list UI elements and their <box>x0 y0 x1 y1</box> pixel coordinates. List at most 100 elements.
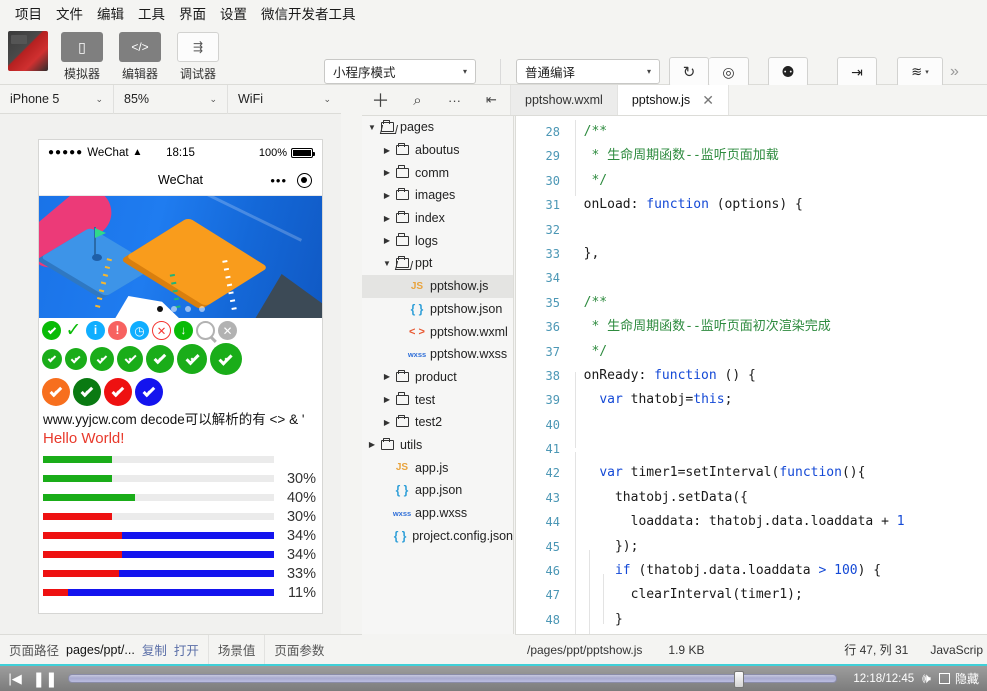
code-line[interactable]: * 生命周期函数--监听页面初次渲染完成 <box>568 315 987 339</box>
clear-cache-button[interactable]: ≋ ▾ <box>897 57 943 87</box>
code-line[interactable]: */ <box>568 169 987 193</box>
language-mode[interactable]: JavaScrip <box>908 643 987 657</box>
copy-button[interactable]: 复制 <box>142 640 167 659</box>
code-line[interactable]: onReady: function () { <box>568 364 987 388</box>
banner-pagination[interactable] <box>156 306 205 312</box>
code-line[interactable] <box>568 413 987 437</box>
compile-button[interactable]: ↻ <box>669 57 709 87</box>
code-line[interactable] <box>568 218 987 242</box>
menu-item-2[interactable]: 编辑 <box>90 1 131 25</box>
menu-item-4[interactable]: 界面 <box>172 1 213 25</box>
page-path-cell[interactable]: 页面路径 pages/ppt/... 复制 打开 <box>0 634 209 665</box>
playback-time: 12:18/12:45 <box>853 672 915 685</box>
code-line[interactable]: }, <box>568 242 987 266</box>
progress-bar-row: 34% <box>43 545 318 564</box>
code-line[interactable]: if (thatobj.data.loaddata > 100) { <box>568 559 987 583</box>
code-content[interactable]: /** * 生命周期函数--监听页面加载 */ onLoad: function… <box>568 116 987 634</box>
code-line[interactable]: */ <box>568 340 987 364</box>
tab-pptshow-wxml[interactable]: pptshow.wxml <box>511 85 618 115</box>
tree-item-pptshow-js[interactable]: JS pptshow.js <box>362 274 513 298</box>
tree-item-aboutus[interactable]: ▶ aboutus <box>362 139 513 162</box>
code-line[interactable]: onLoad: function (options) { <box>568 193 987 217</box>
code-line[interactable]: }); <box>568 535 987 559</box>
code-line[interactable] <box>568 437 987 461</box>
tree-item-pptshow-wxml[interactable]: < > pptshow.wxml <box>362 320 513 343</box>
code-line[interactable]: var thatobj=this; <box>568 388 987 412</box>
page-params-cell[interactable]: 页面参数 <box>265 635 333 665</box>
progress-bar-row: 30% <box>43 469 318 488</box>
progress-fill <box>43 456 113 464</box>
search-icon[interactable]: ⌕ <box>399 85 436 116</box>
tree-item-comm[interactable]: ▶ comm <box>362 161 513 184</box>
more-icon[interactable]: ··· <box>436 85 473 116</box>
code-editor[interactable]: 28 29 30 31 32 33 34 35 36 37 38 39 40 41 42 43 44 45 46 47… <box>515 116 987 634</box>
tab-pptshow-js[interactable]: pptshow.js ✕ <box>617 85 729 115</box>
tree-item-utils[interactable]: ▶ utils <box>362 434 513 457</box>
tree-item-test[interactable]: ▶ test <box>362 388 513 411</box>
progress-fill <box>43 532 122 540</box>
code-line[interactable]: thatobj.setData({ <box>568 486 987 510</box>
network-select-value: WiFi <box>238 92 263 106</box>
code-line[interactable]: var timer1=setInterval(function(){ <box>568 461 987 485</box>
ppt-banner-image[interactable] <box>39 196 322 318</box>
chevron-right-icon: ▶ <box>368 440 376 450</box>
menu-item-0[interactable]: 项目 <box>8 1 49 25</box>
line-number: 37 <box>545 344 560 359</box>
tree-item-product[interactable]: ▶ product <box>362 366 513 389</box>
tree-item-test2[interactable]: ▶ test2 <box>362 411 513 434</box>
speaker-icon[interactable]: 🕪 <box>922 670 931 687</box>
tree-item-pptshow-wxss[interactable]: wxss pptshow.wxss <box>362 343 513 366</box>
seek-bar[interactable] <box>68 671 838 688</box>
menu-item-5[interactable]: 设置 <box>213 1 254 25</box>
device-select[interactable]: iPhone 5 ⌄ <box>0 84 114 114</box>
user-avatar[interactable] <box>8 31 48 71</box>
mode-select[interactable]: 小程序模式 ▾ <box>324 59 476 84</box>
tree-item-index[interactable]: ▶ index <box>362 207 513 230</box>
tree-item-logs[interactable]: ▶ logs <box>362 229 513 252</box>
close-icon[interactable]: ✕ <box>702 92 714 109</box>
target-icon[interactable] <box>297 172 312 188</box>
chevron-down-icon: ▾ <box>925 69 929 76</box>
tree-item-pages[interactable]: ▼ pages <box>362 116 513 139</box>
code-line[interactable]: loaddata: thatobj.data.loaddata + 1 <box>568 510 987 534</box>
zoom-select[interactable]: 85% ⌄ <box>114 84 228 114</box>
tree-item-app-json[interactable]: { } app.json <box>362 479 513 502</box>
tree-item-app-wxss[interactable]: wxss app.wxss <box>362 502 513 525</box>
tree-item-project-config-json[interactable]: { } project.config.json <box>362 524 513 547</box>
tree-item-pptshow-json[interactable]: { } pptshow.json <box>362 298 513 321</box>
code-line[interactable] <box>568 266 987 290</box>
code-line[interactable]: * 生命周期函数--监听页面加载 <box>568 144 987 168</box>
previous-icon[interactable]: |◀ <box>0 665 30 691</box>
toolbar-button-debugger[interactable]: ⇶ 调试器 <box>174 28 222 82</box>
preview-button[interactable]: ◎ <box>709 57 749 87</box>
tree-item-ppt[interactable]: ▼ ppt <box>362 252 513 275</box>
toolbar-overflow-button[interactable]: » <box>950 63 959 81</box>
chevron-right-icon: ▶ <box>383 417 391 427</box>
menu-item-3[interactable]: 工具 <box>131 1 172 25</box>
hide-label: 隐藏 <box>954 672 979 686</box>
tree-item-app-js[interactable]: JS app.js <box>362 456 513 479</box>
toolbar-button-simulator[interactable]: ▯ 模拟器 <box>58 28 106 82</box>
remote-debug-button[interactable]: ⚉ <box>768 57 808 87</box>
file-tree[interactable]: ▼ pages ▶ aboutus ▶ comm ▶ images ▶ index ▶ logs ▼ pp… <box>362 116 514 634</box>
page-path-value: pages/ppt/... <box>66 642 135 657</box>
scene-value-cell[interactable]: 场景值 <box>209 634 266 665</box>
collapse-panel-icon[interactable]: ⇤ <box>473 85 510 116</box>
code-line[interactable]: /** <box>568 120 987 144</box>
add-file-icon[interactable]: ＋ <box>362 85 399 116</box>
menu-item-1[interactable]: 文件 <box>49 1 90 25</box>
code-line[interactable]: /** <box>568 291 987 315</box>
open-button[interactable]: 打开 <box>174 640 199 659</box>
network-select[interactable]: WiFi ⌄ <box>228 85 341 114</box>
menu-item-6[interactable]: 微信开发者工具 <box>254 1 363 25</box>
pause-icon[interactable]: ❚❚ <box>30 665 60 691</box>
seek-knob[interactable] <box>733 671 744 688</box>
hide-button[interactable]: 隐藏 <box>938 670 979 687</box>
toolbar-button-editor[interactable]: </> 编辑器 <box>116 28 164 82</box>
background-button[interactable]: ⇥ <box>837 57 877 87</box>
phone-nav-bar: WeChat ••• <box>39 165 322 196</box>
code-line[interactable]: } <box>568 608 987 632</box>
code-line[interactable]: clearInterval(timer1); <box>568 583 987 607</box>
tree-item-images[interactable]: ▶ images <box>362 184 513 207</box>
compile-select[interactable]: 普通编译 ▾ <box>516 59 660 84</box>
